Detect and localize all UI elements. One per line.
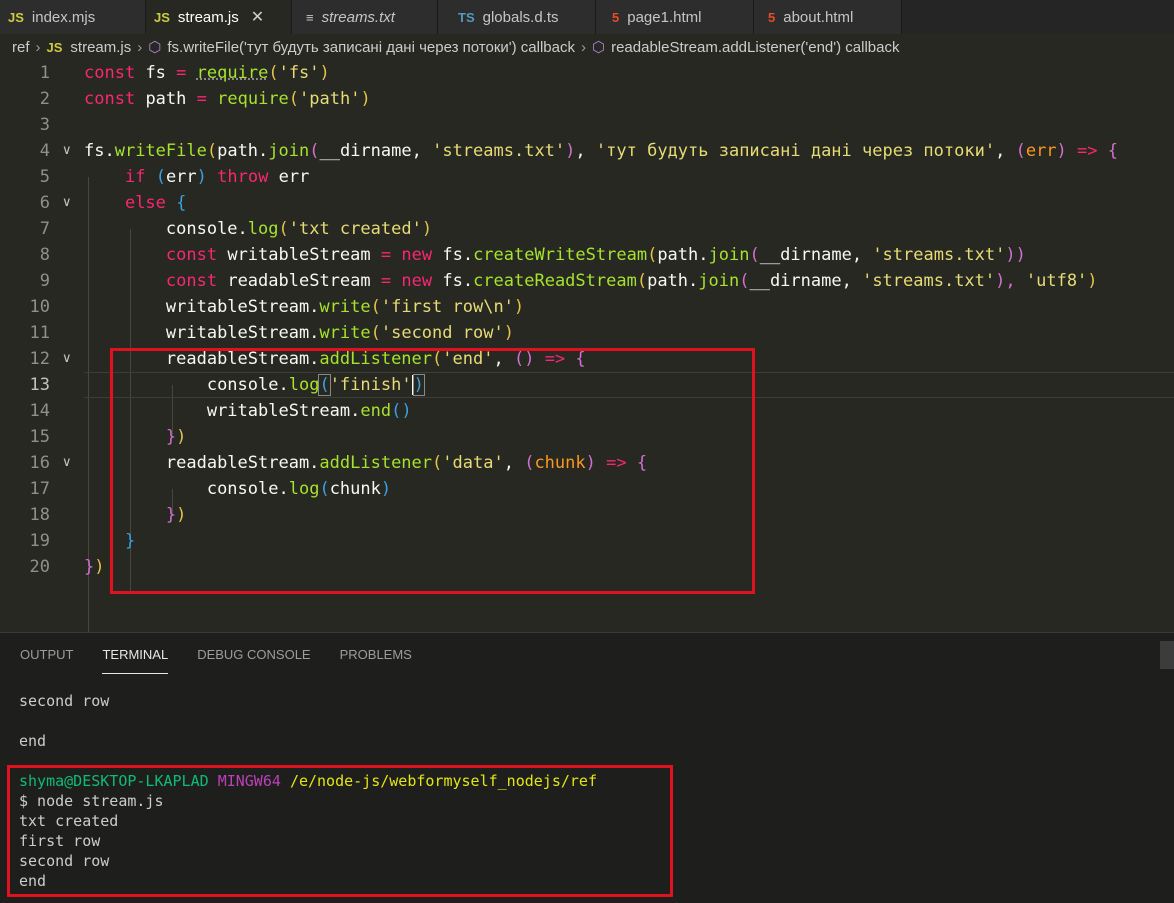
chevron-right-icon: › (35, 38, 41, 56)
highlight-annotation-box (7, 765, 673, 897)
breadcrumb: ref › JS stream.js › ⬡ fs.writeFile('тут… (0, 34, 1174, 60)
code-text: else { (124, 193, 187, 213)
chevron-down-icon[interactable]: ∨ (62, 346, 76, 372)
chevron-right-icon: › (137, 38, 143, 56)
code-line: 10 writableStream.write('first row\n') (0, 294, 1174, 320)
tab-problems[interactable]: PROBLEMS (340, 647, 412, 673)
tab-output[interactable]: OUTPUT (20, 647, 73, 673)
chevron-down-icon[interactable]: ∨ (62, 138, 76, 164)
line-number: 8 (39, 245, 50, 265)
tab-debug-console[interactable]: DEBUG CONSOLE (197, 647, 310, 673)
javascript-file-icon: JS (8, 9, 24, 25)
tab-label: page1.html (627, 8, 702, 26)
code-line: 5 if (err) throw err (0, 164, 1174, 190)
symbol-method-icon: ⬡ (591, 39, 606, 56)
code-text: writableStream.write('first row\n') (165, 297, 525, 317)
breadcrumb-symbol-writefile[interactable]: fs.writeFile('тут будуть записані дані ч… (167, 39, 575, 56)
text-file-icon: ≡ (306, 9, 314, 25)
code-line: 11 writableStream.write('second row') (0, 320, 1174, 346)
code-line: 7 console.log('txt created') (0, 216, 1174, 242)
code-text: const writableStream = new fs.createWrit… (165, 245, 1026, 265)
line-number: 5 (39, 167, 50, 187)
code-text: const readableStream = new fs.createRead… (165, 271, 1098, 291)
breadcrumb-folder[interactable]: ref (12, 39, 30, 56)
editor-tab-bar: JS index.mjs JS stream.js ✕ ≡ streams.tx… (0, 0, 1174, 34)
tab-globals-d-ts[interactable]: TS globals.d.ts (438, 0, 596, 34)
chevron-down-icon[interactable]: ∨ (62, 190, 76, 216)
tab-streams-txt[interactable]: ≡ streams.txt (292, 0, 438, 34)
line-number: 19 (29, 531, 50, 551)
code-text: writableStream.write('second row') (165, 323, 514, 343)
code-line: 4 ∨ fs.writeFile(path.join(__dirname, 's… (0, 138, 1174, 164)
tab-about-html[interactable]: 5 about.html (754, 0, 902, 34)
line-number: 2 (39, 89, 50, 109)
code-text: }) (84, 557, 105, 577)
line-number: 17 (29, 479, 50, 499)
line-number: 14 (29, 401, 50, 421)
tab-terminal[interactable]: TERMINAL (102, 647, 169, 674)
breadcrumb-symbol-addlistener[interactable]: readableStream.addListener('end') callba… (611, 39, 899, 56)
line-number: 3 (39, 115, 50, 135)
terminal-line: second row (19, 692, 110, 710)
line-number: 18 (29, 505, 50, 525)
tab-label: stream.js (177, 8, 239, 26)
tab-bar-empty-space (902, 0, 1174, 34)
code-line: 2 const path = require('path') (0, 86, 1174, 112)
chevron-down-icon[interactable]: ∨ (62, 450, 76, 476)
highlight-annotation-box (110, 348, 755, 594)
close-icon[interactable]: ✕ (251, 7, 264, 27)
tab-label: streams.txt (321, 8, 395, 26)
breadcrumb-file[interactable]: stream.js (70, 39, 131, 56)
tab-stream-js[interactable]: JS stream.js ✕ (146, 0, 292, 34)
code-text: const fs = require('fs') (84, 63, 330, 83)
chevron-right-icon: › (580, 38, 586, 56)
tab-label: about.html (783, 8, 854, 26)
tab-page1-html[interactable]: 5 page1.html (596, 0, 754, 34)
line-number: 10 (29, 297, 50, 317)
line-number: 13 (29, 375, 50, 395)
bottom-panel: OUTPUT TERMINAL DEBUG CONSOLE PROBLEMS s… (0, 632, 1174, 903)
terminal-line: end (19, 732, 47, 750)
code-line: 8 const writableStream = new fs.createWr… (0, 242, 1174, 268)
code-text: fs.writeFile(path.join(__dirname, 'strea… (84, 141, 1119, 161)
line-number: 1 (39, 63, 50, 83)
symbol-method-icon: ⬡ (148, 39, 162, 56)
panel-tabs: OUTPUT TERMINAL DEBUG CONSOLE PROBLEMS (20, 647, 441, 674)
html5-file-icon: 5 (768, 9, 776, 25)
code-text: if (err) throw err (124, 167, 310, 187)
line-number: 11 (29, 323, 50, 343)
code-line: 9 const readableStream = new fs.createRe… (0, 268, 1174, 294)
line-number: 9 (39, 271, 50, 291)
code-editor[interactable]: 1 const fs = require('fs') 2 const path … (0, 60, 1174, 645)
tab-index-mjs[interactable]: JS index.mjs (0, 0, 146, 34)
line-number: 4 (39, 141, 50, 161)
code-line: 3 (0, 112, 1174, 138)
line-number: 15 (29, 427, 50, 447)
tab-label: globals.d.ts (482, 8, 559, 26)
line-number: 7 (39, 219, 50, 239)
line-number: 6 (39, 193, 50, 213)
tab-label: index.mjs (31, 8, 96, 26)
code-text: console.log('txt created') (165, 219, 433, 239)
code-line: 6 ∨ else { (0, 190, 1174, 216)
code-line: 1 const fs = require('fs') (0, 60, 1174, 86)
line-number: 12 (29, 349, 50, 369)
code-text: const path = require('path') (84, 89, 371, 109)
line-number: 16 (29, 453, 50, 473)
typescript-file-icon: TS (458, 9, 475, 25)
panel-scrollbar[interactable] (1160, 641, 1174, 669)
javascript-file-icon: JS (46, 39, 63, 55)
javascript-file-icon: JS (154, 9, 170, 25)
html5-file-icon: 5 (612, 9, 620, 25)
line-number: 20 (29, 557, 50, 577)
